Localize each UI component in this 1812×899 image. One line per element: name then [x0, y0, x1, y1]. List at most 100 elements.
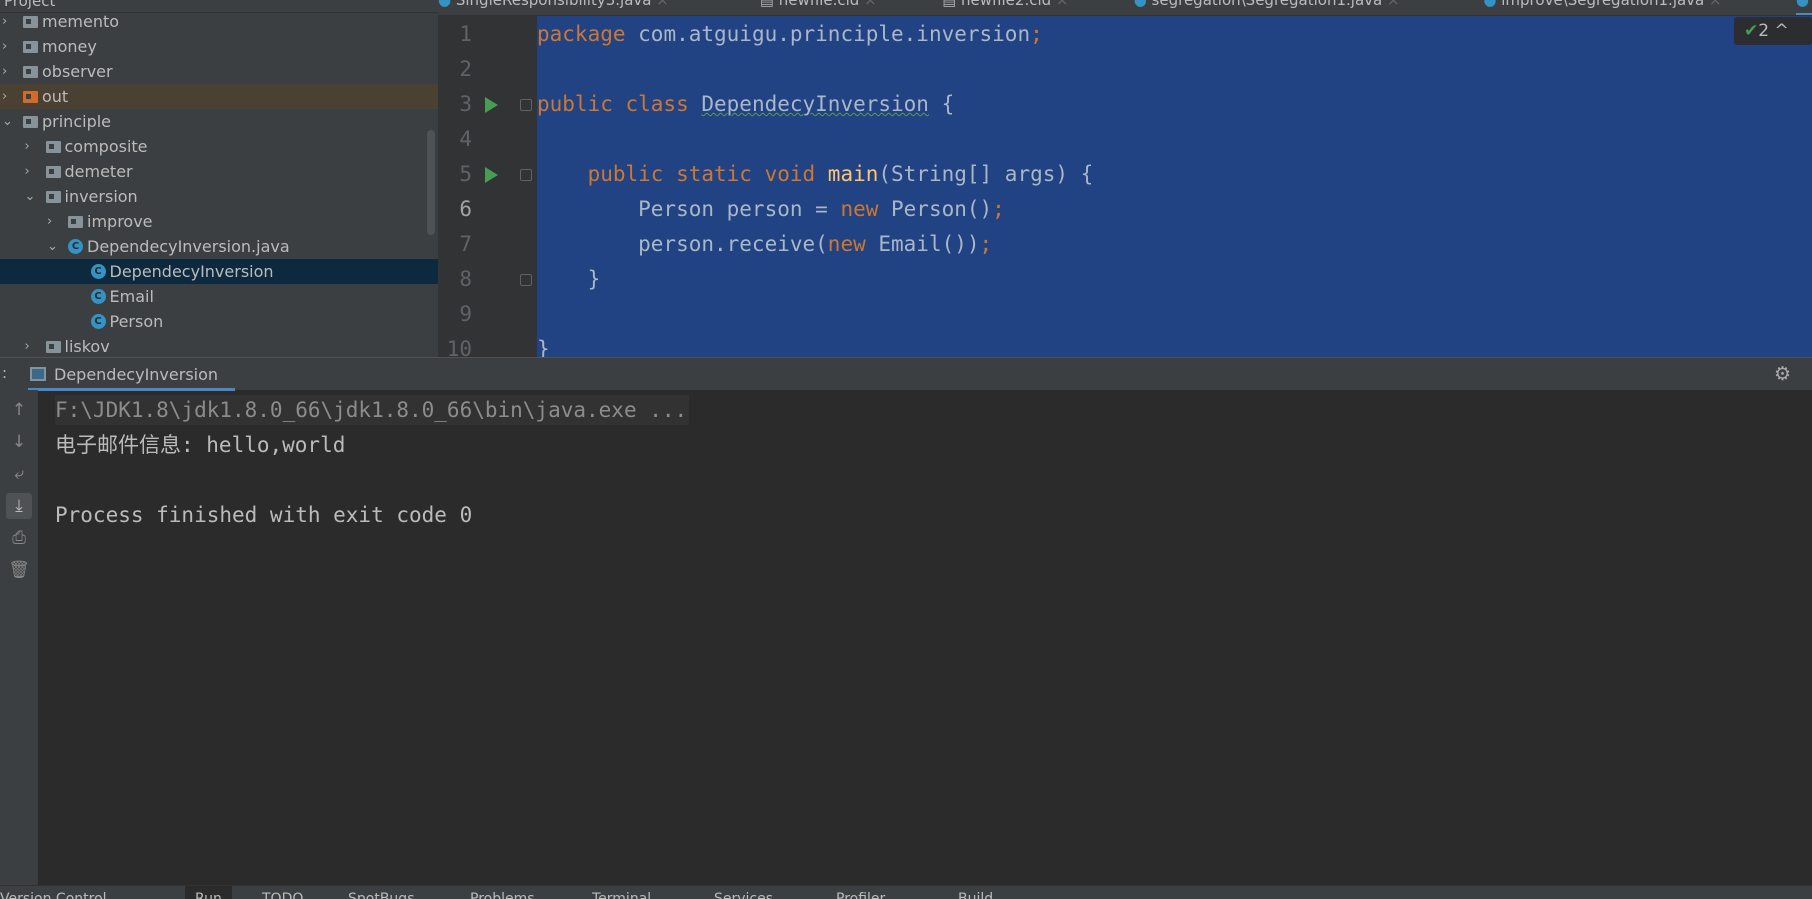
editor-tab-label: newfile2.cld [961, 0, 1052, 9]
tree-item-label: composite [64, 137, 148, 156]
chevron-icon[interactable]: ⌄ [2, 109, 13, 134]
tree-item-label: liskov [64, 337, 110, 356]
tab-run-config[interactable]: DependecyInversion × [28, 358, 235, 417]
code-line: person.receive(new Email()); [537, 227, 992, 262]
java-class-icon: ● [1133, 0, 1152, 9]
tree-item[interactable]: › composite [0, 134, 438, 159]
code-token: { [928, 92, 955, 116]
chevron-icon[interactable]: › [2, 84, 7, 109]
chevron-icon[interactable]: › [2, 34, 7, 59]
scroll-to-end-icon[interactable]: ⤓ [6, 493, 32, 519]
editor-tab[interactable]: ▤ newfile.cld × [760, 0, 877, 15]
chevron-icon[interactable]: ⌄ [47, 234, 58, 259]
tree-item-label: Person [109, 312, 164, 331]
run-gutter-icon[interactable] [485, 167, 498, 183]
folder-icon [68, 216, 83, 228]
file-icon: ▤ [942, 0, 962, 9]
folder-icon [23, 41, 38, 53]
code-token: person.receive( [537, 232, 828, 256]
chevron-icon[interactable]: › [25, 334, 30, 357]
chevron-icon[interactable]: ⌄ [25, 184, 36, 209]
java-class-icon: ● [438, 0, 456, 9]
tree-item[interactable]: › observer [0, 59, 438, 84]
editor-tab-label: SingleResponsibility3.java [455, 0, 652, 9]
fold-icon[interactable] [520, 274, 532, 286]
tool-window-button[interactable]: Version Control [0, 891, 107, 899]
tool-window-button[interactable]: Build [958, 891, 993, 899]
class-icon: C [68, 239, 83, 254]
editor-tab-bar: ● SingleResponsibility3.java × ▤ newfile.… [438, 0, 1812, 16]
close-icon[interactable]: × [859, 0, 877, 9]
line-number: 8 [459, 267, 472, 291]
tree-item[interactable]: ⌄ principle [0, 109, 438, 134]
chevron-icon[interactable]: › [25, 134, 30, 159]
folder-icon [45, 341, 61, 353]
folder-icon [45, 141, 61, 153]
close-icon[interactable]: × [1704, 0, 1722, 9]
tree-item[interactable]: C Person [0, 309, 438, 334]
tool-window-button[interactable]: Services [714, 891, 773, 899]
print-icon[interactable]: ⎙ [6, 525, 32, 551]
tool-window-button[interactable]: TODO [262, 891, 303, 899]
editor-tab[interactable]: ● segregation\Segregation1.java × [1133, 0, 1400, 15]
close-icon[interactable]: × [1382, 0, 1400, 9]
tree-item[interactable]: › out [0, 84, 438, 109]
folder-icon [23, 116, 38, 128]
tree-item[interactable]: › improve [0, 209, 438, 234]
line-number: 7 [459, 232, 472, 256]
code-token: new [827, 232, 879, 256]
tool-window-button[interactable]: Terminal [592, 891, 651, 899]
line-number: 9 [459, 302, 472, 326]
tree-item-label: DependecyInversion.java [87, 237, 290, 256]
line-number: 2 [459, 57, 472, 81]
code-token: new [840, 197, 892, 221]
code-line: package com.atguigu.principle.inversion; [537, 17, 1043, 52]
tree-item[interactable]: › money [0, 34, 438, 59]
editor-tab[interactable]: ● SingleResponsibility3.java × [438, 0, 669, 15]
trash-icon[interactable]: 🗑 [6, 557, 32, 583]
folder-icon [23, 66, 38, 78]
up-arrow-icon[interactable]: ↑ [6, 397, 32, 423]
tree-item-label: inversion [64, 187, 138, 206]
console-icon [30, 367, 46, 381]
down-arrow-icon[interactable]: ↓ [6, 429, 32, 455]
chevron-icon[interactable]: › [2, 9, 7, 34]
chevron-up-icon[interactable]: ^ [1774, 21, 1788, 41]
fold-icon[interactable] [520, 169, 532, 181]
tool-window-bar: Version Control Run TODO SpotBugs Problems Te… [0, 885, 1812, 899]
editor-tab[interactable]: ● improve\Segregation1.java × [1483, 0, 1722, 15]
code-token: } [537, 267, 601, 291]
close-icon[interactable]: × [1051, 0, 1069, 9]
fold-icon[interactable] [520, 99, 532, 111]
code-token: ; [979, 232, 993, 256]
sidebar-scrollbar[interactable] [427, 130, 435, 235]
tree-item[interactable]: ⌄ inversion [0, 184, 438, 209]
code-line: public static void main(String[] args) { [537, 157, 1094, 192]
tree-item-label: memento [42, 12, 120, 31]
soft-wrap-icon[interactable]: ⤶ [6, 461, 32, 487]
tool-window-button[interactable]: Problems [470, 891, 535, 899]
gear-icon[interactable]: ⚙ [1774, 363, 1791, 385]
chevron-icon[interactable]: › [2, 59, 7, 84]
tree-item[interactable]: ⌄ C DependecyInversion.java [0, 234, 438, 259]
editor-tab[interactable]: ▤ newfile2.cld × [942, 0, 1069, 15]
tool-window-button[interactable]: Run [185, 886, 232, 899]
tree-item[interactable]: › demeter [0, 159, 438, 184]
tree-item[interactable]: C Email [0, 284, 438, 309]
tool-window-button[interactable]: SpotBugs [348, 891, 415, 899]
chevron-icon[interactable]: › [47, 209, 52, 234]
tree-item[interactable]: › memento [0, 9, 438, 34]
tree-item[interactable]: C DependecyInversion [0, 259, 438, 284]
console-line: 电子邮件信息: hello,world [55, 433, 346, 457]
inspection-widget[interactable]: ✔2 ^ [1734, 17, 1812, 45]
run-tool-window-header: : DependecyInversion × ⚙ [0, 357, 1812, 417]
editor-tab[interactable]: ● DependecyInversion.java × [1795, 0, 1812, 15]
chevron-icon[interactable]: › [25, 159, 30, 184]
close-icon[interactable]: × [651, 0, 669, 9]
run-tab-label: DependecyInversion [54, 365, 219, 384]
folder-icon [45, 166, 61, 178]
run-gutter-icon[interactable] [485, 97, 498, 113]
tree-item[interactable]: › liskov [0, 334, 438, 357]
line-number: 3 [459, 92, 472, 116]
tool-window-button[interactable]: Profiler [836, 891, 885, 899]
